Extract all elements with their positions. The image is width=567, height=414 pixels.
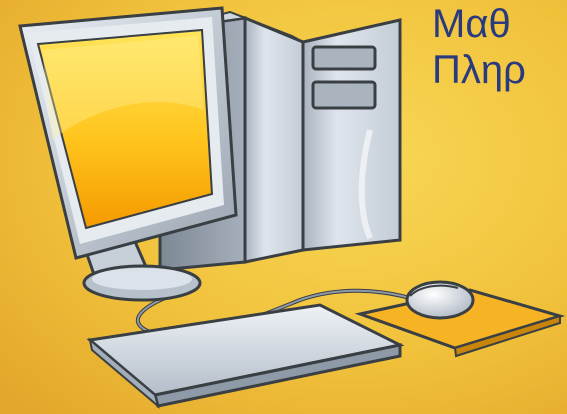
- slide-title-line-1: Μαθ: [432, 2, 511, 46]
- slide-title-line-2: Πληρ: [432, 48, 526, 92]
- slide-canvas: Μαθ Πληρ: [0, 0, 567, 414]
- monitor: [18, 6, 238, 260]
- mouse: [405, 280, 475, 320]
